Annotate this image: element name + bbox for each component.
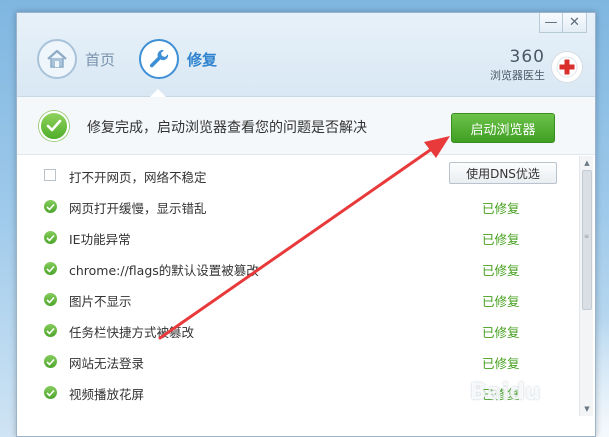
- list-item: 网页打开缓慢，显示错乱 已修复: [17, 191, 579, 221]
- item-label: 网站无法登录: [69, 356, 145, 371]
- brand-number: 360: [509, 47, 545, 67]
- item-status: 已修复: [482, 294, 520, 309]
- scroll-thumb[interactable]: ≡: [582, 170, 592, 310]
- item-status: 已修复: [482, 232, 520, 247]
- list-item: chrome://flags的默认设置被篡改 已修复: [17, 253, 579, 283]
- list-item: IE功能异常 已修复: [17, 222, 579, 252]
- check-icon: [44, 355, 57, 368]
- item-label: 图片不显示: [69, 294, 132, 309]
- item-label: 视频播放花屏: [69, 387, 145, 402]
- tab-home[interactable]: 首页: [37, 39, 115, 79]
- check-icon: [44, 200, 57, 213]
- item-status: 已修复: [482, 263, 520, 278]
- brand-name: 浏览器医生: [490, 69, 545, 82]
- list-item: 任务栏快捷方式被篡改 已修复: [17, 315, 579, 345]
- window-controls: — ✕: [539, 13, 587, 33]
- window-header: — ✕ 首页 修复 360 浏览器医生: [17, 13, 595, 97]
- scroll-up-arrow-icon[interactable]: ▲: [580, 156, 594, 170]
- item-status: 已修复: [482, 356, 520, 371]
- list-scrollbar[interactable]: ▲ ≡ ▼: [579, 156, 593, 416]
- list-item: 打不开网页，网络不稳定 使用DNS优选: [17, 160, 579, 190]
- item-status: 已修复: [482, 201, 520, 216]
- check-icon: [44, 386, 57, 399]
- item-label: 网页打开缓慢，显示错乱: [69, 201, 207, 216]
- item-label: chrome://flags的默认设置被篡改: [69, 263, 259, 278]
- doctor-logo-icon: [551, 51, 583, 83]
- item-label: IE功能异常: [69, 232, 131, 247]
- check-icon: [44, 231, 57, 244]
- dns-optimize-button[interactable]: 使用DNS优选: [449, 162, 557, 184]
- close-button[interactable]: ✕: [563, 13, 587, 33]
- check-icon: [44, 293, 57, 306]
- scroll-down-arrow-icon[interactable]: ▼: [580, 402, 594, 416]
- item-status: 已修复: [482, 325, 520, 340]
- tab-repair[interactable]: 修复: [139, 39, 217, 79]
- grip-icon: ≡: [584, 233, 590, 240]
- browser-doctor-window: — ✕ 首页 修复 360 浏览器医生 修复完成，启动浏览器查看您的问题是否解决…: [16, 12, 596, 437]
- wrench-icon: [139, 39, 179, 79]
- status-bar: 修复完成，启动浏览器查看您的问题是否解决 启动浏览器: [17, 97, 595, 155]
- tab-home-label: 首页: [85, 50, 116, 69]
- brand: 360 浏览器医生: [490, 47, 545, 83]
- repair-item-list: 打不开网页，网络不稳定 使用DNS优选 网页打开缓慢，显示错乱 已修复 IE功能…: [17, 156, 579, 416]
- list-item: 图片不显示 已修复: [17, 284, 579, 314]
- check-icon: [44, 324, 57, 337]
- watermark-logo: Baidu: [470, 380, 541, 405]
- check-icon: [44, 262, 57, 275]
- launch-browser-button[interactable]: 启动浏览器: [451, 113, 555, 143]
- item-label: 打不开网页，网络不稳定: [69, 170, 207, 185]
- item-label: 任务栏快捷方式被篡改: [69, 325, 195, 340]
- list-item: 网站无法登录 已修复: [17, 346, 579, 376]
- item-checkbox[interactable]: [44, 169, 56, 181]
- tab-repair-label: 修复: [187, 50, 218, 69]
- status-message: 修复完成，启动浏览器查看您的问题是否解决: [87, 120, 367, 136]
- success-check-icon: [39, 111, 69, 141]
- minimize-button[interactable]: —: [539, 13, 563, 33]
- home-icon: [37, 39, 77, 79]
- active-tab-indicator: [150, 89, 166, 97]
